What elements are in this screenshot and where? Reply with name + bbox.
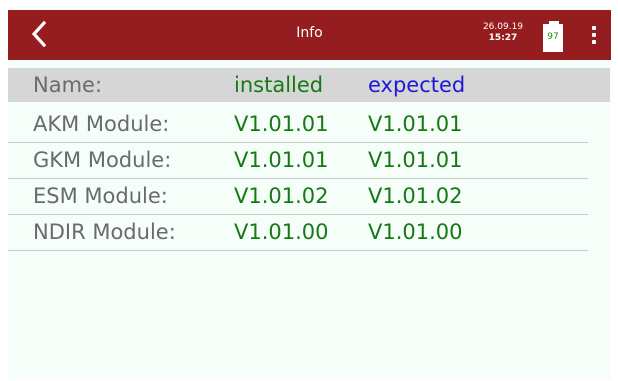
table-row: GKM Module: V1.01.01 V1.01.01 (8, 143, 588, 179)
expected-version: V1.01.01 (368, 148, 463, 172)
battery-level-text: 97 (547, 32, 559, 42)
module-name: GKM Module: (33, 148, 172, 172)
menu-dot (592, 26, 596, 30)
time-text: 15:27 (488, 33, 518, 43)
table-row: AKM Module: V1.01.01 V1.01.01 (8, 107, 588, 143)
installed-version: V1.01.01 (234, 148, 329, 172)
installed-version: V1.01.02 (234, 184, 329, 208)
date-text: 26.09.19 (482, 22, 524, 32)
menu-dot (592, 33, 596, 37)
expected-version: V1.01.00 (368, 220, 463, 244)
expected-version: V1.01.01 (368, 112, 463, 136)
app-screen: Info 26.09.19 15:27 97 Name: installed e… (0, 0, 618, 381)
table-header-row: Name: installed expected (8, 68, 610, 102)
battery-icon: 97 (543, 24, 563, 52)
table-row: ESM Module: V1.01.02 V1.01.02 (8, 179, 588, 215)
module-name: ESM Module: (33, 184, 168, 208)
column-header-expected: expected (368, 73, 466, 97)
expected-version: V1.01.02 (368, 184, 463, 208)
table-row: NDIR Module: V1.01.00 V1.01.00 (8, 215, 588, 251)
battery-indicator: 97 (541, 21, 567, 53)
top-bar: Info 26.09.19 15:27 97 (8, 10, 611, 60)
column-header-installed: installed (234, 73, 324, 97)
installed-version: V1.01.00 (234, 220, 329, 244)
module-name: AKM Module: (33, 112, 170, 136)
column-header-name: Name: (33, 73, 103, 97)
datetime-display: 26.09.19 15:27 (480, 22, 526, 44)
overflow-menu-button[interactable] (587, 24, 601, 46)
module-name: NDIR Module: (33, 220, 176, 244)
menu-dot (592, 40, 596, 44)
installed-version: V1.01.01 (234, 112, 329, 136)
